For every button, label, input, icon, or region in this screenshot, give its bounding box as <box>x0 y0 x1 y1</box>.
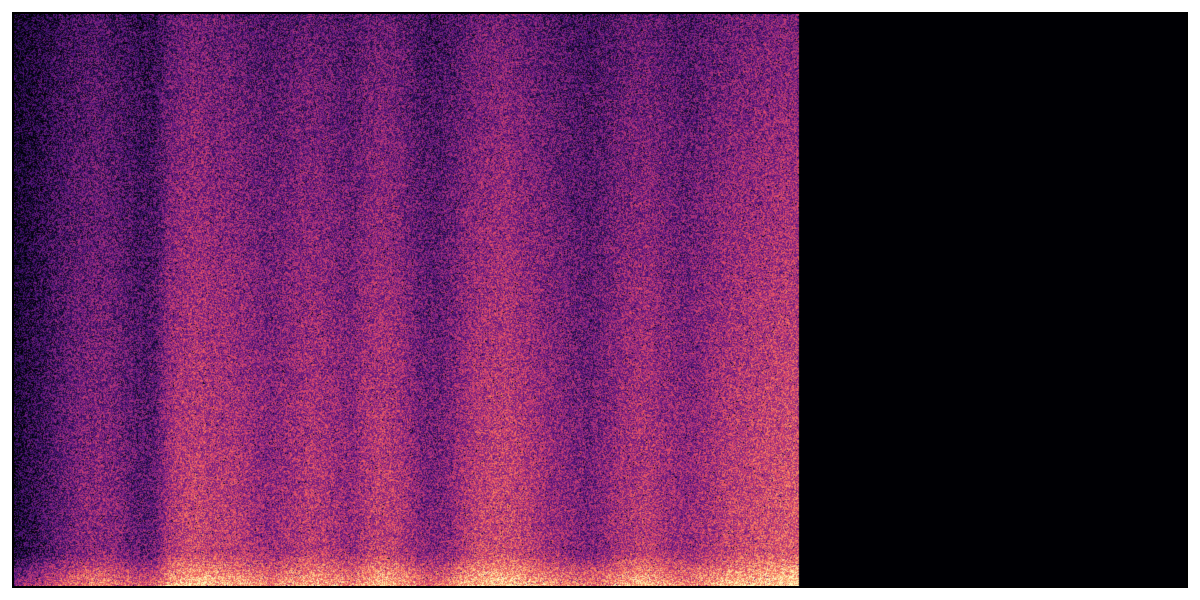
spectrogram-plot-area <box>12 12 1188 588</box>
spectrogram-heatmap <box>14 14 1186 586</box>
figure <box>0 0 1200 600</box>
